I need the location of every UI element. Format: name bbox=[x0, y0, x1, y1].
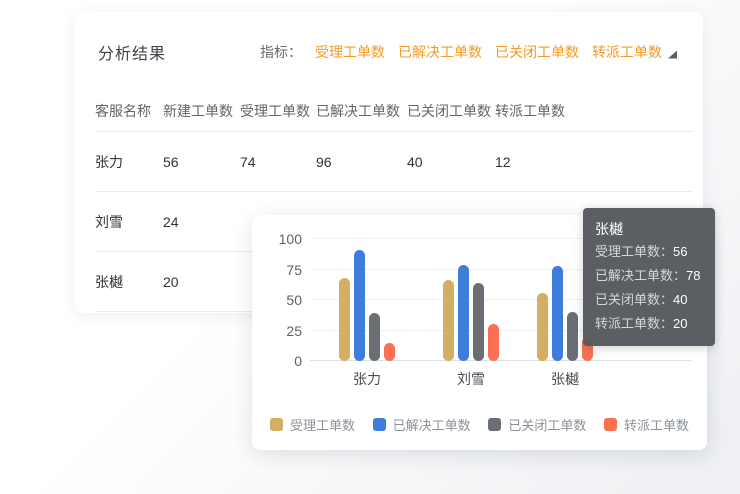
bar-已解决工单数[interactable] bbox=[458, 265, 469, 361]
tooltip-line-value: 78 bbox=[686, 268, 701, 283]
bar-受理工单数[interactable] bbox=[443, 280, 454, 361]
bar-已解决工单数[interactable] bbox=[552, 266, 563, 361]
x-axis-category-label: 张樾 bbox=[551, 371, 579, 387]
table-header-row: 客服名称 新建工单数 受理工单数 已解决工单数 已关闭工单数 转派工单数 bbox=[95, 91, 693, 132]
tooltip-line: 已关闭单数：40 bbox=[595, 288, 703, 312]
table-cell: 40 bbox=[407, 153, 423, 170]
indicator-link-1[interactable]: 受理工单数 bbox=[315, 44, 385, 60]
tooltip-line: 已解决工单数：78 bbox=[595, 264, 703, 288]
bar-已关闭工单数[interactable] bbox=[369, 313, 380, 361]
panel-header: 分析结果 指标： 受理工单数 已解决工单数 已关闭工单数 转派工单数 bbox=[75, 12, 703, 91]
tooltip-line-label: 已关闭单数： bbox=[595, 292, 674, 307]
tooltip-line-label: 转派工单数： bbox=[595, 316, 674, 331]
column-header: 转派工单数 bbox=[495, 103, 565, 119]
legend-label: 已解决工单数 bbox=[392, 418, 471, 433]
tooltip-line-label: 已解决工单数： bbox=[595, 268, 687, 283]
bar-受理工单数[interactable] bbox=[339, 278, 350, 361]
legend-label: 已关闭工单数 bbox=[508, 418, 587, 433]
indicator-filter-bar: 指标： 受理工单数 已解决工单数 已关闭工单数 转派工单数 bbox=[260, 42, 677, 62]
legend-item-转派工单数[interactable]: 转派工单数 bbox=[603, 415, 689, 434]
bar-已关闭工单数[interactable] bbox=[473, 283, 484, 361]
page-title: 分析结果 bbox=[98, 45, 167, 63]
indicator-link-3[interactable]: 已关闭工单数 bbox=[495, 44, 579, 60]
legend-color-chip bbox=[372, 418, 386, 431]
indicator-link-2[interactable]: 已解决工单数 bbox=[398, 44, 482, 60]
y-axis-tick-label: 50 bbox=[286, 292, 302, 308]
legend-color-chip bbox=[270, 418, 283, 431]
column-header: 新建工单数 bbox=[163, 103, 233, 119]
bar-已解决工单数[interactable] bbox=[354, 250, 365, 361]
legend-color-chip bbox=[488, 418, 502, 431]
dropdown-caret-icon[interactable] bbox=[668, 50, 677, 59]
legend-item-受理工单数[interactable]: 受理工单数 bbox=[270, 415, 355, 434]
table-cell: 56 bbox=[163, 153, 179, 170]
table-row[interactable]: 张力 56 74 96 40 12 bbox=[95, 132, 693, 192]
indicator-links: 受理工单数 已解决工单数 已关闭工单数 转派工单数 bbox=[302, 42, 662, 62]
tooltip-lines: 受理工单数：56 已解决工单数：78 已关闭单数：40 转派工单数：20 bbox=[595, 240, 703, 336]
tooltip-line: 受理工单数：56 bbox=[595, 240, 703, 264]
table-cell: 74 bbox=[240, 153, 256, 170]
column-header: 客服名称 bbox=[95, 103, 151, 119]
y-axis-tick-label: 100 bbox=[278, 231, 302, 247]
tooltip-line-label: 受理工单数： bbox=[595, 244, 674, 259]
tooltip-line-value: 20 bbox=[673, 316, 688, 331]
tooltip-line-value: 56 bbox=[673, 244, 688, 259]
table-cell: 张力 bbox=[95, 153, 123, 170]
table-cell: 96 bbox=[316, 153, 332, 170]
table-cell: 12 bbox=[495, 153, 511, 170]
bar-转派工单数[interactable] bbox=[488, 324, 499, 361]
tooltip-title: 张樾 bbox=[595, 221, 623, 237]
tooltip-line: 转派工单数：20 bbox=[595, 312, 703, 336]
legend-item-已关闭工单数[interactable]: 已关闭工单数 bbox=[488, 415, 586, 434]
table-cell: 张樾 bbox=[95, 273, 123, 290]
tooltip-line-value: 40 bbox=[673, 292, 688, 307]
bar-group-张力 bbox=[339, 239, 395, 361]
column-header: 已解决工单数 bbox=[316, 103, 400, 119]
indicator-label: 指标： bbox=[260, 43, 302, 60]
table-cell: 刘雪 bbox=[95, 213, 123, 230]
chart-legend: 受理工单数 已解决工单数 已关闭工单数 转派工单数 bbox=[270, 415, 689, 434]
column-header: 受理工单数 bbox=[240, 103, 310, 119]
table-cell: 20 bbox=[163, 273, 179, 290]
bar-转派工单数[interactable] bbox=[384, 343, 395, 361]
x-axis-category-label: 张力 bbox=[353, 371, 381, 387]
y-axis-tick-label: 0 bbox=[294, 353, 302, 369]
chart-tooltip: 张樾 受理工单数：56 已解决工单数：78 已关闭单数：40 转派工单数：20 bbox=[583, 208, 715, 346]
y-axis-tick-label: 75 bbox=[286, 261, 302, 278]
column-header: 已关闭工单数 bbox=[407, 103, 491, 119]
bar-group-刘雪 bbox=[443, 239, 499, 361]
x-axis-category-label: 刘雪 bbox=[457, 371, 485, 387]
legend-label: 转派工单数 bbox=[623, 418, 689, 433]
bar-受理工单数[interactable] bbox=[537, 293, 548, 361]
legend-color-chip bbox=[603, 418, 617, 431]
indicator-link-4[interactable]: 转派工单数 bbox=[592, 44, 662, 60]
table-cell: 24 bbox=[163, 213, 179, 230]
y-axis-tick-label: 25 bbox=[286, 322, 302, 339]
legend-item-已解决工单数[interactable]: 已解决工单数 bbox=[372, 415, 471, 434]
legend-label: 受理工单数 bbox=[290, 418, 356, 433]
bar-已关闭工单数[interactable] bbox=[567, 312, 578, 361]
